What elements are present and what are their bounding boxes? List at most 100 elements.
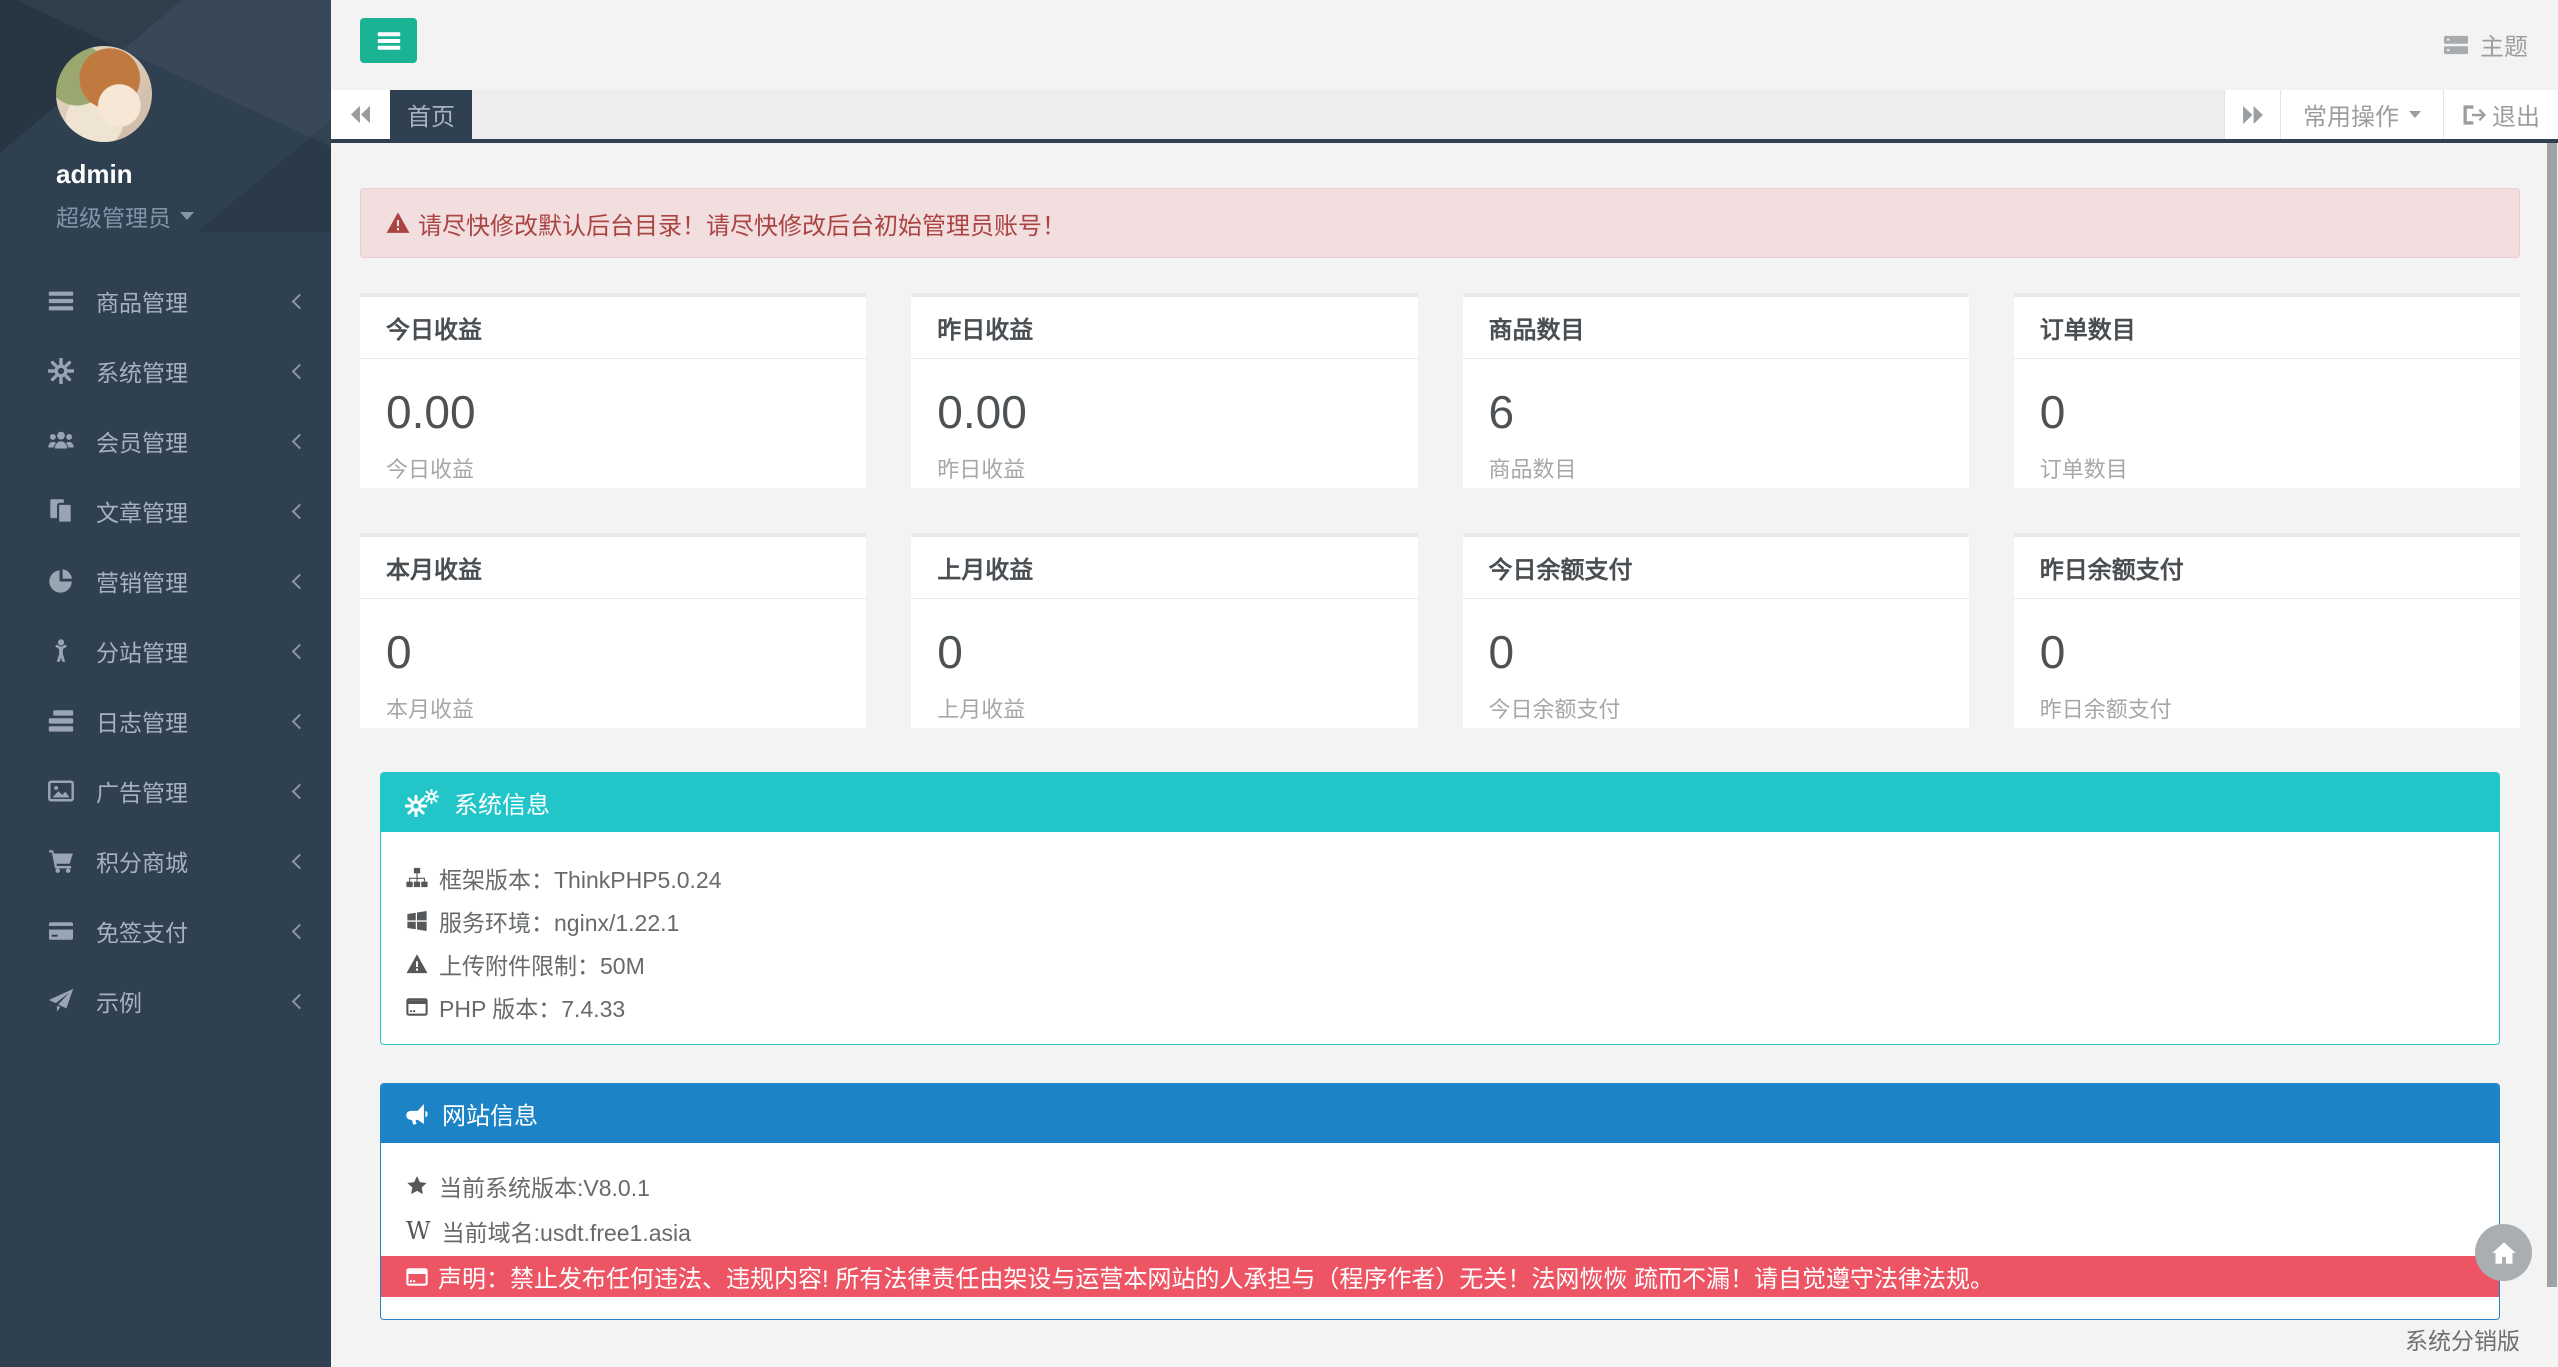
sidebar-item-members[interactable]: 会员管理: [0, 406, 331, 476]
stat-card-last-month-income: 上月收益0上月收益: [911, 533, 1417, 728]
stat-card-body: 0上月收益: [911, 599, 1417, 724]
sidebar-item-label: 系统管理: [96, 354, 188, 388]
stat-card-month-income: 本月收益0本月收益: [360, 533, 866, 728]
chevron-left-icon: [292, 293, 308, 309]
sidebar-item-label: 免签支付: [96, 914, 188, 948]
sidebar-item-logs[interactable]: 日志管理: [0, 686, 331, 756]
site-info-text: 当前域名:usdt.free1.asia: [442, 1214, 691, 1248]
sidebar-item-goods[interactable]: 商品管理: [0, 266, 331, 336]
stat-card-body: 0.00 今日收益: [360, 359, 866, 484]
sidebar-item-points-mall[interactable]: 积分商城: [0, 826, 331, 896]
sidebar-item-examples[interactable]: 示例: [0, 966, 331, 1036]
stat-card-value: 0: [2040, 385, 2494, 439]
chevron-left-icon: [292, 363, 308, 379]
security-warning-alert: 请尽快修改默认后台目录！请尽快修改后台初始管理员账号！: [360, 188, 2520, 258]
users-icon: [48, 428, 74, 454]
tab-home[interactable]: 首页: [390, 90, 472, 139]
site-info-panel: 网站信息 当前系统版本:V8.0.1 W当前域名:usdt.free1.asia …: [380, 1083, 2500, 1320]
stat-card-today-income: 今日收益 0.00 今日收益: [360, 293, 866, 488]
forward-icon: [2241, 103, 2265, 127]
common-actions-dropdown[interactable]: 常用操作: [2280, 90, 2443, 139]
gear-icon: [48, 358, 74, 384]
topbar: 主题: [331, 0, 2558, 90]
system-info-line: 框架版本：ThinkPHP5.0.24: [381, 856, 2499, 899]
sidebar-item-label: 积分商城: [96, 844, 188, 878]
sidebar-item-label: 示例: [96, 984, 142, 1018]
content-area: 请尽快修改默认后台目录！请尽快修改后台初始管理员账号！ 今日收益0.00今日收益…: [331, 143, 2546, 1367]
chevron-left-icon: [292, 853, 308, 869]
system-info-text: 服务环境：nginx/1.22.1: [439, 904, 679, 938]
floating-home-button[interactable]: [2475, 1224, 2532, 1281]
stat-card-yesterday-income: 昨日收益0.00昨日收益: [911, 293, 1417, 488]
legal-notice-text: 声明：禁止发布任何违法、违规内容! 所有法律责任由架设与运营本网站的人承担与（程…: [438, 1259, 1994, 1294]
window-icon: [406, 996, 428, 1018]
logout-label: 退出: [2492, 97, 2540, 132]
stat-card-title: 今日收益: [360, 297, 866, 359]
user-avatar[interactable]: [56, 46, 152, 142]
stat-card-value: 0: [2040, 625, 2494, 679]
stat-card-title: 订单数目: [2014, 297, 2520, 359]
system-info-header: 系统信息: [381, 773, 2499, 832]
star-icon: [406, 1175, 428, 1197]
site-info-line: W当前域名:usdt.free1.asia: [381, 1208, 2499, 1253]
stat-card-label: 昨日收益: [937, 452, 1391, 484]
stat-card-label: 今日余额支付: [1489, 692, 1943, 724]
files-icon: [48, 498, 74, 524]
user-role-label: 超级管理员: [56, 199, 171, 233]
theme-icon: [2443, 32, 2469, 58]
sidebar-item-system[interactable]: 系统管理: [0, 336, 331, 406]
cart-icon: [48, 848, 74, 874]
sidebar-toggle-button[interactable]: [360, 18, 417, 63]
theme-button[interactable]: 主题: [2443, 27, 2528, 62]
stat-card-title: 昨日余额支付: [2014, 537, 2520, 599]
chevron-left-icon: [292, 783, 308, 799]
stat-cards-grid: 今日收益0.00今日收益昨日收益0.00昨日收益商品数目6商品数目订单数目0订单…: [360, 293, 2520, 728]
stat-card-title: 今日余额支付: [1463, 537, 1969, 599]
scrollbar-thumb[interactable]: [2547, 143, 2557, 1287]
server-icon: [48, 708, 74, 734]
caret-down-icon: [2409, 111, 2421, 118]
stat-card-body: 0昨日余额支付: [2014, 599, 2520, 724]
theme-label: 主题: [2480, 27, 2528, 62]
sidebar-item-subsites[interactable]: 分站管理: [0, 616, 331, 686]
site-info-header: 网站信息: [381, 1084, 2499, 1143]
stat-card-title: 商品数目: [1463, 297, 1969, 359]
site-info-body: 当前系统版本:V8.0.1 W当前域名:usdt.free1.asia 声明：禁止…: [381, 1143, 2499, 1319]
stat-card-label: 商品数目: [1489, 452, 1943, 484]
sidebar-item-articles[interactable]: 文章管理: [0, 476, 331, 546]
main-area: 主题 首页 常用操作 退出 请尽快修改默认后台目录！请尽快修改后台初始管理员账号…: [331, 0, 2558, 1367]
stat-card-label: 订单数目: [2040, 452, 2494, 484]
sidebar-item-label: 日志管理: [96, 704, 188, 738]
system-info-text: PHP 版本：7.4.33: [439, 990, 625, 1024]
sidebar: admin 超级管理员 商品管理系统管理会员管理文章管理营销管理分站管理日志管理…: [0, 0, 331, 1367]
site-info-title: 网站信息: [442, 1096, 538, 1131]
system-info-line: 上传附件限制：50M: [381, 942, 2499, 985]
stat-card-body: 0今日余额支付: [1463, 599, 1969, 724]
chevron-left-icon: [292, 643, 308, 659]
site-info-line: 当前系统版本:V8.0.1: [381, 1163, 2499, 1208]
stat-card-value: 0.00: [386, 385, 840, 439]
sidebar-item-ads[interactable]: 广告管理: [0, 756, 331, 826]
site-info-items: 当前系统版本:V8.0.1 W当前域名:usdt.free1.asia: [381, 1163, 2499, 1253]
tab-bar: 首页 常用操作 退出: [331, 90, 2558, 143]
scroll-tabs-right-button[interactable]: [2224, 90, 2280, 139]
logout-button[interactable]: 退出: [2443, 90, 2558, 139]
chevron-left-icon: [292, 503, 308, 519]
user-role-dropdown[interactable]: 超级管理员: [56, 199, 331, 233]
stat-card-label: 今日收益: [386, 452, 840, 484]
sidebar-item-label: 分站管理: [96, 634, 188, 668]
system-info-title: 系统信息: [454, 785, 550, 820]
warning-icon: [386, 211, 410, 235]
sidebar-item-nosign-pay[interactable]: 免签支付: [0, 896, 331, 966]
image-icon: [48, 778, 74, 804]
sidebar-item-marketing[interactable]: 营销管理: [0, 546, 331, 616]
credit-card-icon: [48, 918, 74, 944]
scroll-tabs-left-button[interactable]: [331, 90, 390, 139]
stat-card-body: 0 订单数目: [2014, 359, 2520, 484]
site-info-text: 当前系统版本:V8.0.1: [439, 1169, 650, 1203]
chevron-left-icon: [292, 573, 308, 589]
sidebar-item-label: 文章管理: [96, 494, 188, 528]
footer-version-label: 系统分销版: [2405, 1322, 2520, 1356]
system-info-panel: 系统信息 框架版本：ThinkPHP5.0.24 服务环境：nginx/1.22.…: [380, 772, 2500, 1045]
stat-card-label: 本月收益: [386, 692, 840, 724]
